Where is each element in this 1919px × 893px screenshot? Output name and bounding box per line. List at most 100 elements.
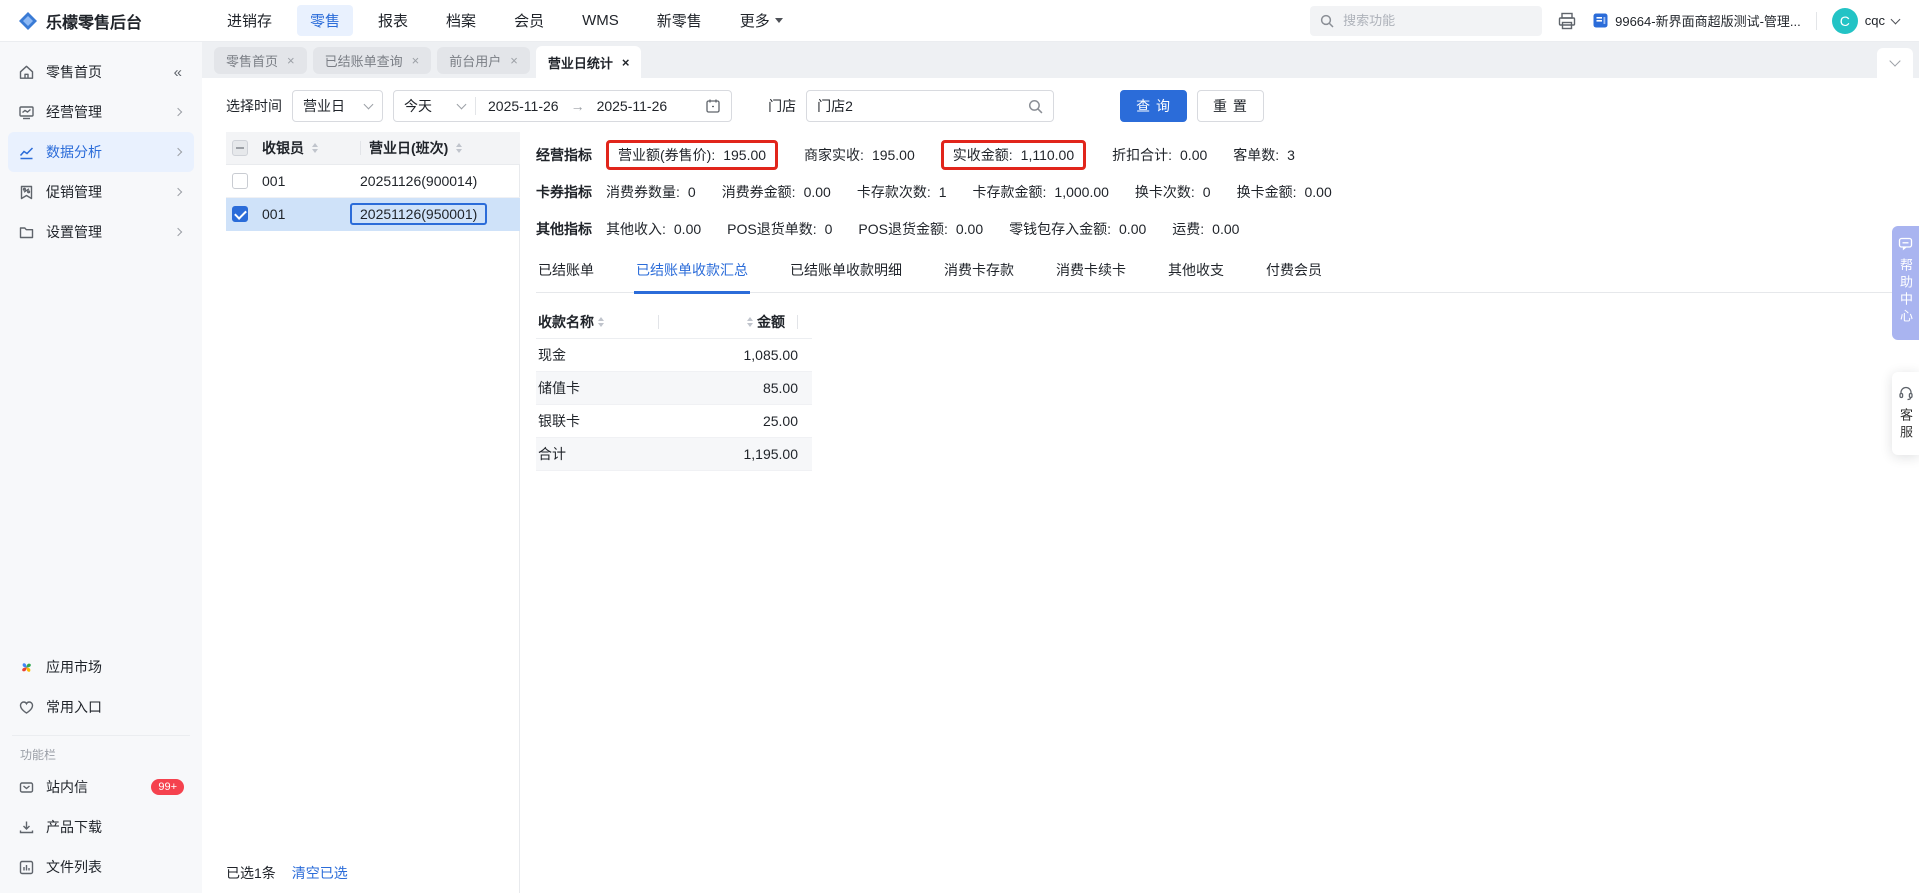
logo-icon xyxy=(18,11,38,31)
tab-settled-payment-summary[interactable]: 已结账单收款汇总 xyxy=(634,252,750,294)
sidebar-bottom: 应用市场 常用入口 功能栏 站内信 99+ 产品下载 文件列表 xyxy=(8,647,194,887)
shift-list-panel: 收银员 营业日(班次) 001 20251126(900014) 001 202… xyxy=(202,132,520,893)
tab-settled-payment-detail[interactable]: 已结账单收款明细 xyxy=(788,252,904,292)
nav-lingshou[interactable]: 零售 xyxy=(297,5,354,36)
row-checkbox[interactable] xyxy=(232,173,248,189)
sidebar-item-data-analysis[interactable]: 数据分析 xyxy=(8,132,194,172)
tab-retail-home[interactable]: 零售首页 × xyxy=(214,47,307,74)
tab-business-day-stats[interactable]: 营业日统计 × xyxy=(535,46,642,78)
monitor-icon xyxy=(18,104,35,121)
app-logo[interactable]: 乐檬零售后台 xyxy=(18,9,208,33)
folder-icon xyxy=(18,224,35,241)
close-icon[interactable]: × xyxy=(622,56,630,69)
select-all-checkbox[interactable] xyxy=(232,140,248,156)
metric-other-income: 其他收入: 0.00 xyxy=(606,220,702,237)
column-business-day[interactable]: 营业日(班次) xyxy=(369,138,448,158)
metric-row-card-coupon: 卡券指标 消费券数量: 0 消费券金额: 0.00 卡存款次数: 1 卡存款金额: 1,… xyxy=(536,183,1332,200)
main-area: 零售首页× 已结账单查询× 前台用户× 营业日统计× 选择时间 营业日 xyxy=(202,42,1919,893)
printer-icon[interactable] xyxy=(1557,11,1577,31)
chat-icon xyxy=(1898,236,1913,251)
sidebar-item-downloads[interactable]: 产品下载 xyxy=(8,807,194,847)
user-menu[interactable]: C cqc xyxy=(1831,7,1901,34)
nav-wms[interactable]: WMS xyxy=(569,7,632,34)
column-cashier[interactable]: 收银员 xyxy=(262,138,304,158)
row-checkbox-checked[interactable] xyxy=(232,206,248,222)
sort-icon[interactable] xyxy=(598,314,604,330)
payment-row-stored-value-card[interactable]: 储值卡 85.00 xyxy=(536,372,812,405)
chevron-down-icon xyxy=(1890,14,1901,24)
search-input[interactable] xyxy=(1341,12,1533,29)
org-selector[interactable]: 99664-新界面商超版测试-管理... xyxy=(1592,11,1801,30)
reset-button[interactable]: 重 置 xyxy=(1197,90,1264,122)
sidebar-item-favorites[interactable]: 常用入口 xyxy=(8,687,194,727)
nav-jinxiaocun[interactable]: 进销存 xyxy=(214,5,285,36)
nav-dangan[interactable]: 档案 xyxy=(433,5,489,36)
customer-service-widget[interactable]: 客服 xyxy=(1892,372,1919,455)
tab-paid-membership[interactable]: 付费会员 xyxy=(1264,252,1324,292)
sidebar-item-promotion[interactable]: 促销管理 xyxy=(8,172,194,212)
nav-huiyuan[interactable]: 会员 xyxy=(501,5,557,36)
sidebar-item-label: 经营管理 xyxy=(46,104,102,120)
sidebar-section-label: 功能栏 xyxy=(20,748,57,762)
sort-icon[interactable] xyxy=(456,140,463,156)
nav-xinlingshou[interactable]: 新零售 xyxy=(644,5,715,36)
sidebar-item-file-list[interactable]: 文件列表 xyxy=(8,847,194,887)
sidebar-item-messages[interactable]: 站内信 99+ xyxy=(8,767,194,807)
cashier-cell: 001 xyxy=(262,206,286,222)
sidebar-item-label: 站内信 xyxy=(46,779,88,795)
sort-icon[interactable] xyxy=(747,314,753,330)
username: cqc xyxy=(1864,13,1885,28)
time-type-select[interactable]: 营业日 xyxy=(292,90,383,122)
tab-other-income-expense[interactable]: 其他收支 xyxy=(1166,252,1226,292)
shift-cell: 20251126(900014) xyxy=(360,173,478,189)
clear-selection-link[interactable]: 清空已选 xyxy=(292,863,348,883)
tab-settled-bill-query[interactable]: 已结账单查询 × xyxy=(312,47,432,74)
start-date-input[interactable]: 2025-11-26 xyxy=(476,98,571,114)
tab-frontdesk-users[interactable]: 前台用户 × xyxy=(437,47,530,74)
nav-more[interactable]: 更多 xyxy=(727,5,796,36)
payment-row-cash[interactable]: 现金 1,085.00 xyxy=(536,339,812,372)
payment-table-header: 收款名称 金额 xyxy=(536,306,812,339)
pinwheel-icon xyxy=(18,659,35,676)
sidebar-item-label: 设置管理 xyxy=(46,224,102,240)
time-filter-label: 选择时间 xyxy=(226,98,282,114)
date-preset-select[interactable]: 今天 xyxy=(394,96,475,116)
payment-row-unionpay-card[interactable]: 银联卡 25.00 xyxy=(536,405,812,438)
close-icon[interactable]: × xyxy=(412,54,420,67)
store-select-input[interactable]: 门店2 xyxy=(806,90,1055,122)
sidebar-item-home[interactable]: 零售首页 « xyxy=(8,52,194,92)
payment-summary-table: 收款名称 金额 现金 1,085.00 储值卡 85.00 银联卡 25.00 … xyxy=(536,306,812,471)
collapse-sidebar-icon[interactable]: « xyxy=(174,64,182,81)
tab-settled-bills[interactable]: 已结账单 xyxy=(536,252,596,292)
shift-row-selected[interactable]: 001 20251126(950001) xyxy=(226,198,520,231)
search-icon xyxy=(1028,99,1043,114)
close-icon[interactable]: × xyxy=(287,54,295,67)
calendar-icon[interactable] xyxy=(705,98,721,114)
column-amount[interactable]: 金额 xyxy=(757,312,785,332)
tab-card-renew[interactable]: 消费卡续卡 xyxy=(1054,252,1128,292)
metric-card-deposit-times: 卡存款次数: 1 xyxy=(856,183,947,200)
column-divider xyxy=(360,141,361,155)
tab-list-dropdown-button[interactable] xyxy=(1877,48,1913,78)
metric-card-swap-times: 换卡次数: 0 xyxy=(1134,183,1211,200)
metric-merchant-received: 商家实收: 195.00 xyxy=(804,146,915,163)
shift-row[interactable]: 001 20251126(900014) xyxy=(226,165,520,198)
date-range-group: 今天 2025-11-26 → 2025-11-26 xyxy=(393,90,733,122)
sort-icon[interactable] xyxy=(312,140,318,156)
metric-card-swap-amount: 换卡金额: 0.00 xyxy=(1236,183,1332,200)
help-center-widget[interactable]: 帮助中心 xyxy=(1892,226,1919,340)
tab-card-deposit[interactable]: 消费卡存款 xyxy=(942,252,1016,292)
download-icon xyxy=(18,819,35,836)
org-doc-icon xyxy=(1592,12,1609,29)
sidebar-item-app-market[interactable]: 应用市场 xyxy=(8,647,194,687)
column-payment-name[interactable]: 收款名称 xyxy=(538,312,594,332)
global-search[interactable] xyxy=(1310,5,1543,36)
chevron-right-icon xyxy=(173,147,183,157)
end-date-input[interactable]: 2025-11-26 xyxy=(585,98,680,114)
org-name: 99664-新界面商超版测试-管理... xyxy=(1615,14,1801,29)
close-icon[interactable]: × xyxy=(510,54,518,67)
query-button[interactable]: 查 询 xyxy=(1120,90,1188,122)
sidebar-item-settings[interactable]: 设置管理 xyxy=(8,212,194,252)
nav-baobiao[interactable]: 报表 xyxy=(365,5,421,36)
sidebar-item-operation[interactable]: 经营管理 xyxy=(8,92,194,132)
